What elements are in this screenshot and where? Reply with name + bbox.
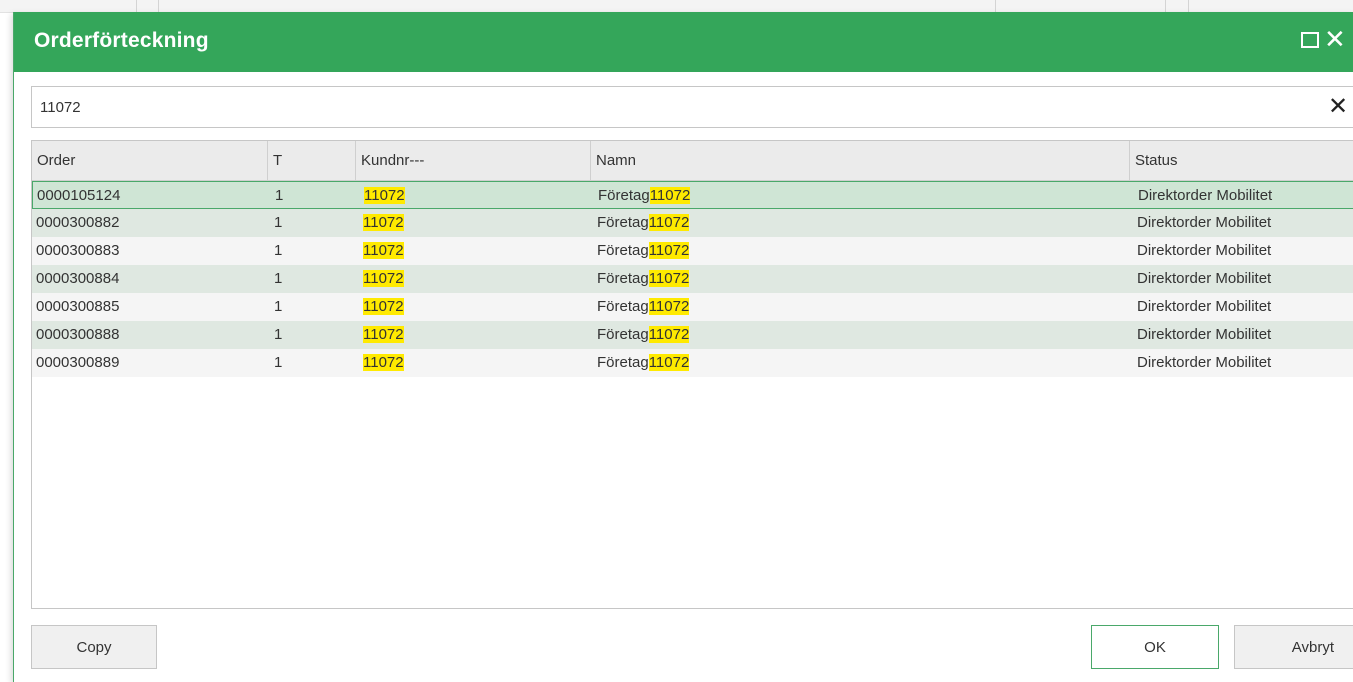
grid-header: Order T Kundnr--- Namn Status [32,141,1353,181]
cancel-button[interactable]: Avbryt [1234,625,1353,669]
table-row[interactable]: 0000300884 1 11072 Företag11072 Direktor… [32,265,1353,293]
order-list-dialog: Orderförteckning ✕ ✕ Order T Kundnr--- N… [13,12,1353,682]
background-divider [158,0,159,12]
copy-button[interactable]: Copy [31,625,157,669]
dialog-titlebar[interactable]: Orderförteckning ✕ [14,12,1353,72]
cell-namn: Företag11072 [597,214,690,231]
cell-namn: Företag11072 [597,298,690,315]
cell-order: 0000300889 [36,354,120,371]
cell-status: Direktorder Mobilitet [1137,270,1272,287]
cell-namn: Företag11072 [597,242,690,259]
search-box: ✕ [31,86,1353,128]
cell-status: Direktorder Mobilitet [1137,326,1272,343]
search-input[interactable] [40,87,1310,127]
table-row[interactable]: 0000300882 1 11072 Företag11072 Direktor… [32,209,1353,237]
column-header-t[interactable]: T [268,141,356,180]
background-divider [995,0,996,12]
table-row[interactable]: 0000300888 1 11072 Företag11072 Direktor… [32,321,1353,349]
cell-kundnr: 11072 [363,270,404,287]
cell-order: 0000300884 [36,270,120,287]
cell-status: Direktorder Mobilitet [1138,187,1273,204]
order-grid: Order T Kundnr--- Namn Status 0000105124… [31,140,1353,609]
table-row[interactable]: 0000300883 1 11072 Företag11072 Direktor… [32,237,1353,265]
cell-kundnr: 11072 [363,214,404,231]
cell-kundnr: 11072 [363,326,404,343]
background-divider [1188,0,1189,12]
cell-kundnr: 11072 [363,298,404,315]
cell-t: 1 [274,214,283,231]
cell-t: 1 [274,298,283,315]
cell-order: 0000300885 [36,298,120,315]
clear-icon[interactable]: ✕ [1328,93,1348,121]
cell-order: 0000300882 [36,214,120,231]
column-header-order[interactable]: Order [32,141,268,180]
cell-t: 1 [274,242,283,259]
cell-t: 1 [274,354,283,371]
grid-rows: 0000105124 1 11072 Företag11072 Direktor… [32,181,1353,377]
table-row[interactable]: 0000300885 1 11072 Företag11072 Direktor… [32,293,1353,321]
cell-namn: Företag11072 [598,187,691,204]
column-header-status[interactable]: Status [1130,141,1353,180]
background-divider [136,0,137,12]
cell-kundnr: 11072 [364,187,405,204]
background-divider [1165,0,1166,12]
cell-namn: Företag11072 [597,354,690,371]
cell-kundnr: 11072 [363,242,404,259]
cell-t: 1 [274,270,283,287]
cell-kundnr: 11072 [363,354,404,371]
table-row[interactable]: 0000300889 1 11072 Företag11072 Direktor… [32,349,1353,377]
column-header-namn[interactable]: Namn [591,141,1130,180]
cell-namn: Företag11072 [597,326,690,343]
ok-button[interactable]: OK [1091,625,1219,669]
cell-namn: Företag11072 [597,270,690,287]
dialog-title: Orderförteckning [34,29,209,52]
cell-t: 1 [274,326,283,343]
cell-order: 0000300888 [36,326,120,343]
cell-order: 0000300883 [36,242,120,259]
cell-status: Direktorder Mobilitet [1137,354,1272,371]
cell-order: 0000105124 [37,187,121,204]
maximize-icon[interactable] [1301,32,1319,48]
column-header-kundnr[interactable]: Kundnr--- [356,141,591,180]
cell-status: Direktorder Mobilitet [1137,298,1272,315]
close-icon[interactable]: ✕ [1324,26,1346,52]
cell-status: Direktorder Mobilitet [1137,214,1272,231]
table-row[interactable]: 0000105124 1 11072 Företag11072 Direktor… [32,181,1353,209]
cell-status: Direktorder Mobilitet [1137,242,1272,259]
cell-t: 1 [275,187,284,204]
